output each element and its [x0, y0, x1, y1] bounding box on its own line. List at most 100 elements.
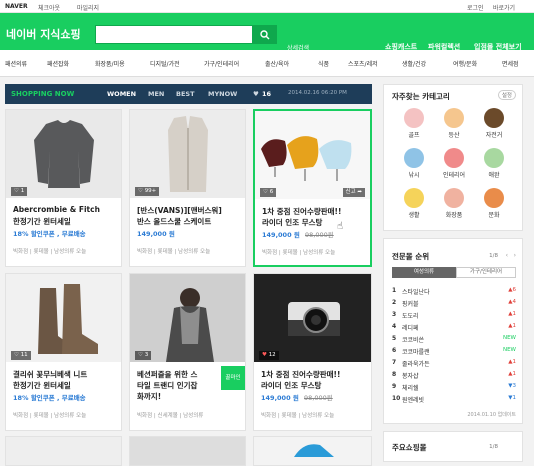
product-title[interactable]: 결리쉬 꽃무늬베색 니트 — [13, 369, 87, 380]
product-subtitle[interactable]: 타일 트랜디 인기잡 — [137, 380, 197, 391]
product-card[interactable]: ♡ 1 Abercrombie & Fitch 한정기간 윈터세일 18% 할인… — [5, 109, 122, 267]
category-item[interactable]: 가구/인테리어 — [204, 59, 239, 68]
product-card[interactable]: ♡ 11 결리쉬 꽃무늬베색 니트 한정기간 윈터세일 18% 할인쿠폰 , 무… — [5, 273, 122, 431]
product-card[interactable]: ♡ 99+ [반스(VANS)][맨버스워] 반스 올드스쿨 스케이트 149,… — [129, 109, 246, 267]
search-button[interactable] — [253, 25, 277, 44]
favorite-cosmetics[interactable]: 화장품 — [434, 185, 474, 221]
product-subtitle[interactable]: 라이더 인조 무스탕 — [261, 380, 321, 391]
tab-men[interactable]: MEN — [148, 90, 164, 98]
product-image[interactable] — [255, 111, 370, 199]
tab-women[interactable]: WOMEN — [107, 90, 136, 98]
category-item[interactable]: 패션잡화 — [47, 59, 69, 68]
category-item[interactable]: 생활/건강 — [402, 59, 426, 68]
product-subtitle[interactable]: 라이더 인조 무스탕 — [262, 217, 322, 228]
product-image[interactable] — [6, 110, 121, 198]
product-meta: 빅화점 | 롯데몰 | 남성의류 오늘 — [13, 249, 87, 255]
like-count-badge[interactable]: ♡ 3 — [135, 351, 152, 360]
product-card[interactable]: ♡ 3 꿀마인 베션퍼즐을 위한 스 타일 트랜디 인기잡 화까지! 빅화점 |… — [129, 273, 246, 431]
search-input[interactable] — [95, 25, 253, 44]
product-title[interactable]: 1차 중점 진어수량판매!! — [262, 206, 341, 217]
sweater-image — [34, 120, 94, 188]
category-item[interactable]: 출산/육아 — [265, 59, 289, 68]
product-old-price: 98,000원 — [304, 394, 333, 402]
page-indicator: 1/8 — [489, 253, 498, 259]
product-image[interactable] — [130, 274, 245, 362]
like-count-badge[interactable]: ♡ 1 — [11, 187, 28, 196]
rank-row[interactable]: 6 코코마를랜 NEW — [392, 347, 516, 357]
rank-row[interactable]: 4 레디페 ▲1 — [392, 323, 516, 333]
naver-logo[interactable]: NAVER — [5, 3, 28, 10]
product-title[interactable]: 베션퍼즐을 위한 스 — [137, 369, 197, 380]
panel-title: 전문몰 순위 — [392, 252, 430, 261]
favorite-living[interactable]: 생활 — [394, 185, 434, 221]
product-meta: 빅화점 | 신세계몰 | 남성의류 — [137, 413, 204, 419]
category-item[interactable]: 여행/문화 — [453, 59, 477, 68]
next-arrow-icon[interactable]: › — [514, 252, 516, 259]
rank-row[interactable]: 2 핑커블 ▲4 — [392, 299, 516, 309]
prev-arrow-icon[interactable]: ‹ — [506, 252, 508, 259]
product-image[interactable] — [130, 110, 245, 198]
login-link[interactable]: 로그인 — [467, 3, 484, 12]
category-item[interactable]: 패션의류 — [5, 59, 27, 68]
rank-row[interactable]: 7 줄라욱가든 ▲1 — [392, 359, 516, 369]
product-image[interactable] — [254, 274, 371, 362]
favorite-culture[interactable]: 문화 — [474, 185, 514, 221]
product-price: 18% 할인쿠폰 , 무료배송 — [13, 230, 86, 238]
rank-row[interactable]: 3 도도리 ▲1 — [392, 311, 516, 321]
rank-row[interactable]: 5 코코비쓴 NEW — [392, 335, 516, 345]
rank-row[interactable]: 10 원엔레빗 ▼1 — [392, 395, 516, 405]
sneaker-image — [294, 444, 334, 457]
cursor-icon: ☝ — [337, 221, 344, 232]
favorite-fishing[interactable]: 낚시 — [394, 145, 434, 181]
favorite-hiking[interactable]: 등산 — [434, 105, 474, 141]
shortcut-link[interactable]: 바로가기 — [493, 3, 515, 12]
likes-count: 16 — [262, 90, 272, 98]
rank-row[interactable]: 9 체리쉘 ▼3 — [392, 383, 516, 393]
product-card-selected[interactable]: ♡ 6 신고 ➦ 1차 중점 진어수량판매!! 라이더 인조 무스탕 149,0… — [253, 109, 372, 267]
category-item[interactable]: 디지털/가전 — [150, 59, 180, 68]
favorite-pet[interactable]: 애완 — [474, 145, 514, 181]
category-item[interactable]: 식품 — [318, 59, 329, 68]
product-card[interactable]: ♥ 12 1차 중점 진어수량판매!! 라이더 인조 무스탕 149,000 원… — [253, 273, 372, 431]
panel-title: 자주찾는 카테고리 — [392, 92, 450, 101]
product-title[interactable]: 1차 중점 진어수량판매!! — [261, 369, 340, 380]
like-count-badge[interactable]: ♡ 11 — [11, 351, 31, 360]
update-time: 2014.01.10 업데이트 — [467, 412, 516, 418]
product-title[interactable]: [반스(VANS)][맨버스워] — [137, 205, 222, 216]
product-price: 18% 할인쿠폰 , 무료배송 — [13, 394, 86, 402]
checkout-link[interactable]: 체크아웃 — [38, 3, 60, 12]
category-item[interactable]: 스포츠/레저 — [348, 59, 378, 68]
like-count-badge[interactable]: ♡ 6 — [260, 188, 277, 197]
product-subtitle[interactable]: 한정기간 윈터세일 — [13, 216, 71, 227]
tab-best[interactable]: BEST — [176, 90, 195, 98]
category-item[interactable]: 면세점 — [502, 59, 519, 68]
favorite-interior[interactable]: 인테리어 — [434, 145, 474, 181]
rank-row[interactable]: 8 봉자샵 ▲1 — [392, 371, 516, 381]
like-count-badge[interactable]: ♥ 12 — [259, 351, 279, 360]
search-icon — [260, 29, 270, 39]
favorite-golf[interactable]: 골프 — [394, 105, 434, 141]
product-price: 149,000 원 — [262, 231, 300, 239]
product-subtitle[interactable]: 반스 올드스쿨 스케이트 — [137, 216, 211, 227]
brand-tag[interactable]: 꿀마인 — [221, 366, 245, 390]
tab-mynow[interactable]: MYNOW — [208, 90, 237, 98]
tab-furniture[interactable]: 가구/인테리어 — [456, 267, 516, 278]
report-button[interactable]: 신고 ➦ — [342, 188, 365, 197]
cardigan-image — [168, 116, 208, 192]
like-count-badge[interactable]: ♡ 99+ — [135, 187, 160, 196]
favorite-bicycle[interactable]: 자전거 — [474, 105, 514, 141]
category-item[interactable]: 화장품/미용 — [95, 59, 125, 68]
mileage-link[interactable]: 마일리지 — [77, 3, 99, 12]
settings-button[interactable]: 설정 — [497, 90, 516, 100]
product-title[interactable]: Abercrombie & Fitch — [13, 205, 100, 214]
product-subtitle-2[interactable]: 화까지! — [137, 391, 161, 402]
product-meta: 빅화점 | 롯데몰 | 남성의류 오늘 — [13, 413, 87, 419]
favorite-categories-panel: 자주찾는 카테고리 설정 골프 등산 자전거 낚시 인테리어 애완 생활 화장품… — [383, 84, 523, 231]
panel-title: 주요쇼핑몰 — [392, 443, 427, 452]
product-subtitle[interactable]: 한정기간 윈터세일 — [13, 380, 71, 391]
heart-icon: ♥ — [253, 90, 259, 98]
tab-women-clothing[interactable]: 여성의류 — [392, 267, 456, 278]
product-image[interactable] — [6, 274, 121, 362]
rank-row[interactable]: 1 스타일난다 ▲6 — [392, 287, 516, 297]
shopping-logo[interactable]: 네이버 지식쇼핑 — [6, 26, 81, 42]
